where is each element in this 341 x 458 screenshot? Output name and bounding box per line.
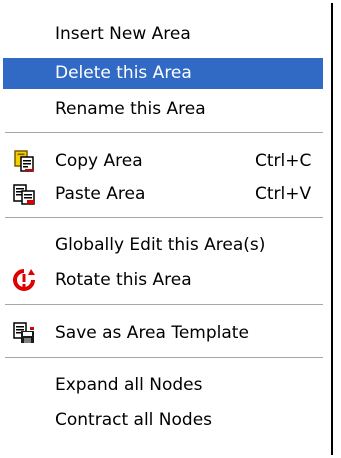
menu-item-label: Insert New Area <box>55 24 191 44</box>
menu-item-insert-new-area[interactable]: Insert New Area <box>3 19 323 50</box>
menu-item-label: Copy Area <box>55 151 143 171</box>
menu-item-label: Paste Area <box>55 184 146 204</box>
menu-separator <box>5 132 323 134</box>
rotate-icon <box>13 269 35 291</box>
menu-separator <box>5 304 323 306</box>
menu-item-shortcut: Ctrl+V <box>255 184 312 204</box>
menu-separator <box>5 217 323 219</box>
menu-item-label: Rename this Area <box>55 99 206 119</box>
menu-item-delete-this-area[interactable]: Delete this Area <box>3 58 323 89</box>
menu-item-globally-edit-this-area[interactable]: Globally Edit this Area(s) <box>3 230 323 261</box>
copy-icon <box>14 150 34 172</box>
save-template-icon <box>13 322 34 343</box>
menu-item-label: Expand all Nodes <box>55 375 203 395</box>
context-menu: Insert New Area Delete this Area Rename … <box>3 3 333 455</box>
menu-item-label: Save as Area Template <box>55 323 249 343</box>
menu-item-paste-area[interactable]: Paste Area Ctrl+V <box>3 179 323 210</box>
menu-item-label: Delete this Area <box>55 63 192 83</box>
menu-separator <box>5 357 323 359</box>
menu-item-label: Rotate this Area <box>55 270 192 290</box>
paste-icon <box>13 184 35 205</box>
menu-item-label: Contract all Nodes <box>55 410 213 430</box>
menu-item-copy-area[interactable]: Copy Area Ctrl+C <box>3 146 323 177</box>
menu-item-rename-this-area[interactable]: Rename this Area <box>3 94 323 125</box>
menu-item-contract-all-nodes[interactable]: Contract all Nodes <box>3 405 323 436</box>
menu-item-label: Globally Edit this Area(s) <box>55 235 266 255</box>
menu-item-rotate-this-area[interactable]: Rotate this Area <box>3 265 323 296</box>
menu-item-save-as-area-template[interactable]: Save as Area Template <box>3 318 323 349</box>
menu-item-expand-all-nodes[interactable]: Expand all Nodes <box>3 370 323 401</box>
menu-item-shortcut: Ctrl+C <box>255 151 312 171</box>
